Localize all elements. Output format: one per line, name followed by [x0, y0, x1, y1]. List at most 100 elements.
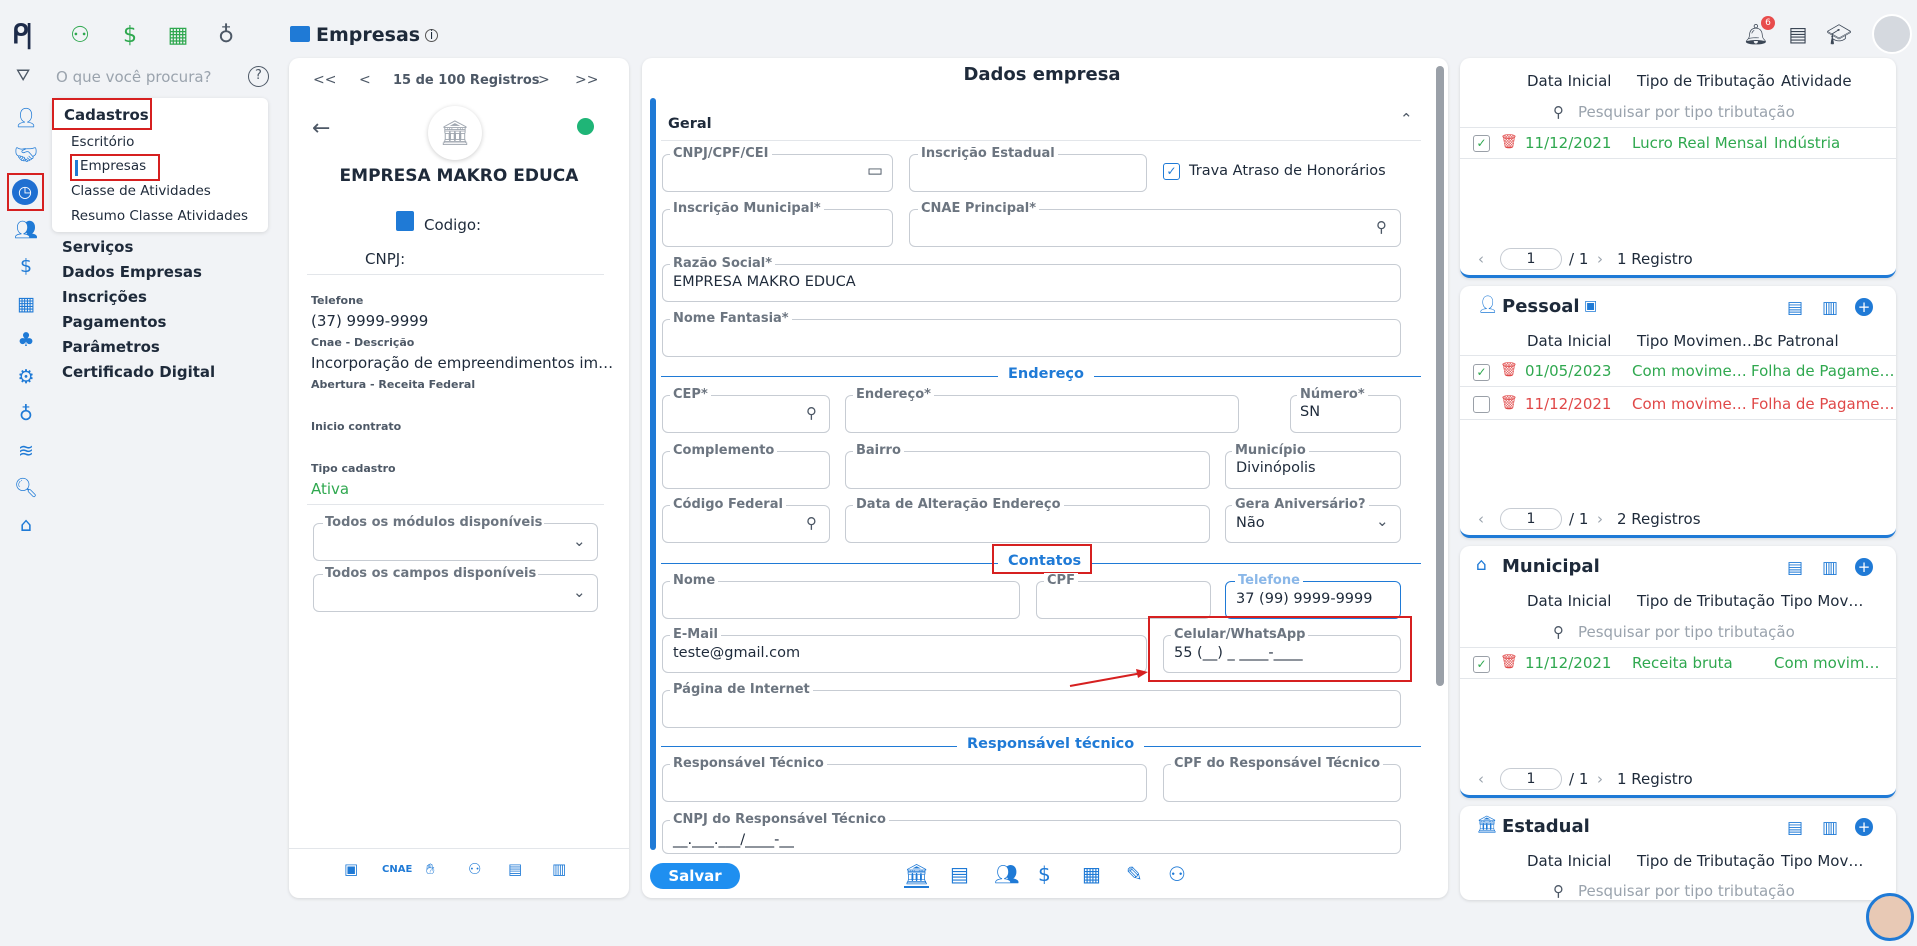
- table-icon[interactable]: ▤: [508, 860, 522, 878]
- hand-coins-icon[interactable]: ✋︎: [426, 860, 435, 878]
- trash-icon[interactable]: 🗑︎: [1500, 134, 1518, 150]
- submenu-escritorio[interactable]: Escritório: [71, 134, 134, 150]
- menu-pagamentos[interactable]: Pagamentos: [62, 313, 166, 331]
- last-page-button[interactable]: >>: [575, 72, 598, 88]
- next-page-button[interactable]: >: [538, 72, 550, 88]
- form-scrollbar[interactable]: [1436, 66, 1444, 686]
- add-icon[interactable]: +: [1855, 298, 1873, 316]
- cnae-icon[interactable]: CNAE: [382, 864, 412, 875]
- chevron-down-icon[interactable]: ⌄: [1376, 512, 1389, 530]
- submenu-empresas[interactable]: Empresas: [80, 158, 146, 174]
- calculator-rail-icon[interactable]: ▦: [12, 290, 40, 318]
- user-add-icon[interactable]: 👤︎: [12, 104, 40, 132]
- prev-page-button[interactable]: ‹: [1478, 770, 1484, 788]
- trash-icon[interactable]: 🗑︎: [1500, 654, 1518, 670]
- calendar-icon[interactable]: ▣: [344, 860, 358, 878]
- next-page-button[interactable]: ›: [1597, 250, 1603, 268]
- building-outline-icon[interactable]: ▥: [552, 860, 566, 878]
- assistant-avatar[interactable]: [1866, 893, 1914, 941]
- info-icon[interactable]: i: [425, 29, 439, 42]
- chevron-up-icon[interactable]: ⌃: [1400, 110, 1413, 128]
- doc-search-icon[interactable]: ▤: [1787, 298, 1803, 318]
- back-arrow-icon[interactable]: ←: [312, 116, 330, 141]
- badge-id-icon[interactable]: ▣: [1584, 298, 1597, 314]
- menu-dados-empresas[interactable]: Dados Empresas: [62, 263, 202, 281]
- dollar-tab-icon[interactable]: $: [1038, 862, 1051, 886]
- tree-icon[interactable]: ♣: [12, 326, 40, 354]
- dollar-circle-icon[interactable]: $: [12, 252, 40, 280]
- search-icon[interactable]: ⚲: [1376, 218, 1387, 236]
- page-input[interactable]: 1: [1500, 768, 1562, 790]
- app-logo[interactable]: ᑭ|: [12, 20, 42, 50]
- prev-page-button[interactable]: ‹: [1478, 250, 1484, 268]
- row-checkbox[interactable]: ✓: [1473, 656, 1490, 673]
- form-title: Dados empresa: [963, 64, 1121, 85]
- user-avatar[interactable]: [1872, 14, 1912, 54]
- col-header: Tipo de Tributação: [1637, 852, 1775, 870]
- people-icon[interactable]: ⚇: [66, 22, 94, 50]
- estadual-search-input[interactable]: Pesquisar por tipo tributação: [1578, 882, 1795, 900]
- next-page-button[interactable]: ›: [1597, 770, 1603, 788]
- prev-page-button[interactable]: ‹: [1478, 510, 1484, 528]
- list-icon[interactable]: ▥: [1822, 818, 1838, 838]
- page-input[interactable]: 1: [1500, 508, 1562, 530]
- search-rail-icon[interactable]: 🔍︎: [12, 474, 40, 502]
- panel-footer: [289, 848, 629, 888]
- menu-parametros[interactable]: Parâmetros: [62, 338, 160, 356]
- layers-icon[interactable]: ≋: [12, 437, 40, 465]
- tax-doc-icon[interactable]: ▤: [950, 862, 969, 886]
- menu-inscricoes[interactable]: Inscrições: [62, 288, 147, 306]
- clock-icon[interactable]: ◷: [12, 179, 38, 205]
- calculator-icon[interactable]: ▦: [164, 22, 192, 50]
- money-bag-icon[interactable]: ♁: [212, 22, 240, 50]
- search-icon[interactable]: ⚲: [806, 514, 817, 532]
- search-icon[interactable]: ⚲: [806, 404, 817, 422]
- chevron-down-icon[interactable]: ⌄: [573, 583, 586, 601]
- document-search-icon[interactable]: ▤: [1785, 22, 1811, 48]
- group-tab-icon[interactable]: ⚇: [1168, 862, 1186, 886]
- users-tab-icon[interactable]: 👥︎: [994, 862, 1019, 886]
- doc-search-icon[interactable]: ▤: [1787, 818, 1803, 838]
- row-checkbox[interactable]: ✓: [1473, 135, 1490, 152]
- trash-icon[interactable]: 🗑︎: [1500, 395, 1518, 411]
- menu-search-input[interactable]: O que você procura?: [56, 68, 212, 86]
- row-col3: Indústria: [1774, 134, 1841, 152]
- menu-cadastros[interactable]: Cadastros: [52, 98, 152, 130]
- prev-page-button[interactable]: <: [359, 72, 371, 88]
- menu-certificado-digital[interactable]: Certificado Digital: [62, 363, 215, 381]
- row-date: 11/12/2021: [1525, 395, 1612, 413]
- add-icon[interactable]: +: [1855, 818, 1873, 836]
- handshake-icon[interactable]: 🤝︎: [12, 141, 40, 169]
- trava-checkbox[interactable]: ✓: [1163, 163, 1180, 180]
- edit-doc-icon[interactable]: ✎: [1126, 862, 1143, 886]
- bank-tab-icon[interactable]: 🏛︎: [904, 862, 930, 888]
- menu-servicos[interactable]: Serviços: [62, 238, 133, 256]
- submenu-classe-atividades[interactable]: Classe de Atividades: [71, 183, 211, 199]
- first-page-button[interactable]: <<: [313, 72, 336, 88]
- users-icon[interactable]: 👥︎: [12, 216, 40, 244]
- calculator-tab-icon[interactable]: ▦: [1082, 862, 1101, 886]
- page-input[interactable]: 1: [1500, 248, 1562, 270]
- dollar-icon[interactable]: $: [116, 22, 144, 50]
- filter-icon[interactable]: ⛛: [16, 66, 30, 86]
- tributacao-search-input[interactable]: Pesquisar por tipo tributação: [1578, 103, 1795, 121]
- municipal-search-input[interactable]: Pesquisar por tipo tributação: [1578, 623, 1795, 641]
- graduation-cap-icon[interactable]: 🎓︎: [1826, 22, 1852, 48]
- list-icon[interactable]: ▥: [1822, 558, 1838, 578]
- bag-icon[interactable]: ♁: [12, 400, 40, 428]
- home-icon[interactable]: ⌂: [12, 511, 40, 539]
- id-card-icon[interactable]: ▭: [867, 161, 883, 181]
- row-checkbox[interactable]: ✓: [1473, 364, 1490, 381]
- add-icon[interactable]: +: [1855, 558, 1873, 576]
- settings-gear-icon[interactable]: ⚙: [12, 363, 40, 391]
- people-group-icon[interactable]: ⚇: [468, 860, 481, 878]
- submenu-resumo-classe[interactable]: Resumo Classe Atividades: [71, 208, 248, 224]
- chevron-down-icon[interactable]: ⌄: [573, 532, 586, 550]
- next-page-button[interactable]: ›: [1597, 510, 1603, 528]
- save-button[interactable]: Salvar: [650, 863, 740, 889]
- help-icon[interactable]: ?: [248, 66, 269, 87]
- doc-search-icon[interactable]: ▤: [1787, 558, 1803, 578]
- list-icon[interactable]: ▥: [1822, 298, 1838, 318]
- row-checkbox[interactable]: [1473, 396, 1490, 413]
- trash-icon[interactable]: 🗑︎: [1500, 362, 1518, 378]
